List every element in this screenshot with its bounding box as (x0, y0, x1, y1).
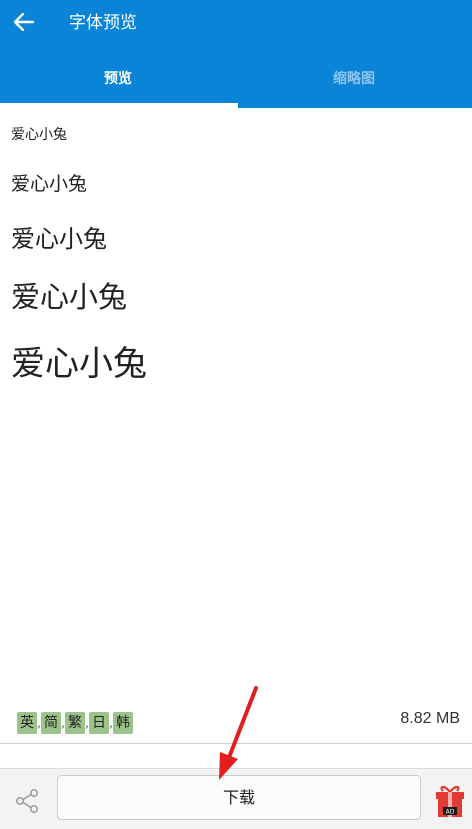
tab-preview[interactable]: 预览 (0, 64, 236, 94)
top-app-bar: 字体预览 预览 缩略图 (0, 0, 472, 108)
back-button[interactable] (6, 4, 42, 40)
language-tag-korean: 韩 (113, 712, 133, 734)
bottom-action-bar: 下载 AD (0, 768, 472, 829)
gift-badge: AD (446, 809, 455, 816)
language-tag-traditional: 繁 (65, 712, 85, 734)
font-preview-line: 爱心小兔 (11, 280, 128, 314)
annotation-arrow (219, 686, 258, 780)
gift-icon: AD (436, 785, 464, 817)
arrow-left-icon (14, 13, 34, 31)
font-preview-line: 爱心小兔 (11, 127, 67, 143)
download-button[interactable]: 下载 (57, 775, 421, 820)
font-preview-line: 爱心小兔 (11, 173, 88, 195)
language-tag-english: 英 (17, 712, 37, 734)
file-size: 8.82 MB (400, 710, 460, 727)
active-tab-indicator (0, 103, 238, 108)
language-tag-simplified: 简 (41, 712, 61, 734)
font-preview-line: 爱心小兔 (11, 344, 147, 384)
tab-thumbnail[interactable]: 缩略图 (236, 64, 472, 94)
supported-languages: 英 , 简 , 繁 , 日 , 韩 (17, 711, 133, 735)
language-tag-japanese: 日 (89, 712, 109, 734)
share-button[interactable] (12, 786, 42, 816)
font-preview-line: 爱心小兔 (11, 225, 107, 253)
share-icon (16, 789, 38, 813)
gift-button[interactable]: AD (434, 783, 466, 819)
divider (0, 743, 472, 744)
page-title: 字体预览 (69, 13, 137, 33)
app-root: 字体预览 预览 缩略图 爱心小兔 爱心小兔 爱心小兔 爱心小兔 爱心小兔 英 ,… (0, 0, 472, 829)
